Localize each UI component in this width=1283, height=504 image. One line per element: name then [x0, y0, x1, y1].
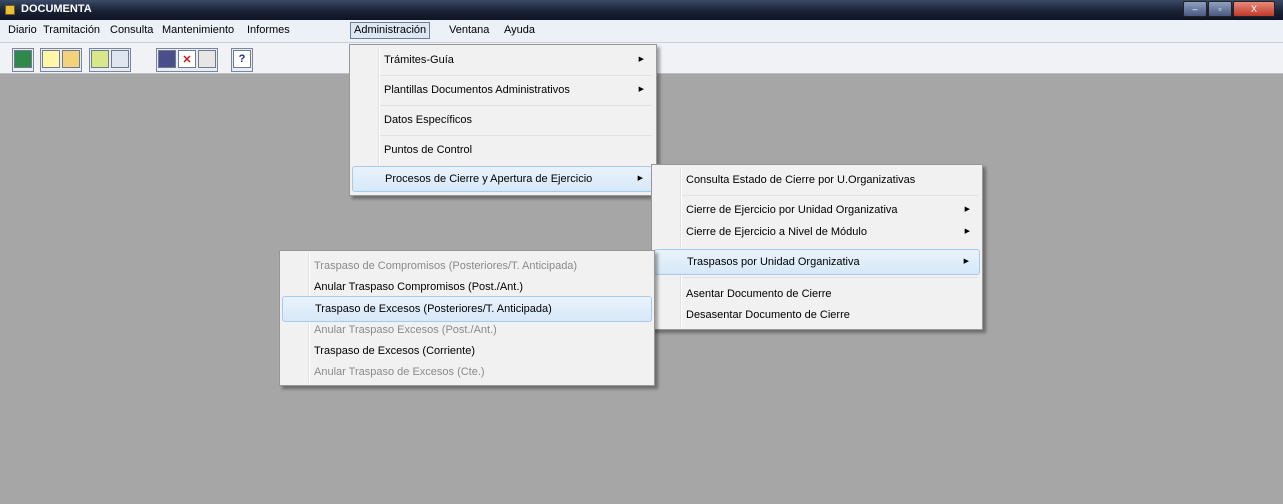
toolbar-group-edit: ✕	[156, 48, 218, 72]
menu-item-label: Plantillas Documentos Administrativos	[384, 84, 570, 96]
toolbar-group-help: ?	[231, 48, 253, 72]
submenu-arrow-icon: ▶	[638, 86, 644, 93]
save-icon[interactable]	[158, 50, 176, 68]
menu-tramitacion[interactable]: Tramitación	[40, 23, 103, 38]
menu-item-label: Consulta Estado de Cierre por U.Organiza…	[686, 174, 916, 186]
menu-item-label: Traspaso de Excesos (Posteriores/T. Anti…	[315, 303, 552, 315]
menu-separator	[682, 195, 978, 196]
window-title: DOCUMENTA	[21, 3, 92, 15]
menu-item-anular-traspaso-excesos-cte: Anular Traspaso de Excesos (Cte.)	[282, 359, 652, 385]
menu-item-plantillas[interactable]: Plantillas Documentos Administrativos ▶	[352, 77, 654, 103]
menu-separator	[380, 105, 652, 106]
menu-bar: Diario Tramitación Consulta Mantenimient…	[0, 20, 1283, 43]
search-icon[interactable]	[111, 50, 129, 68]
submenu-arrow-icon: ▶	[964, 228, 970, 235]
menu-item-traspasos-unidad[interactable]: Traspasos por Unidad Organizativa ▶	[654, 249, 980, 275]
submenu-arrow-icon: ▶	[963, 258, 969, 265]
menu-administracion[interactable]: Administración	[350, 22, 431, 39]
menu-item-datos-especificos[interactable]: Datos Específicos	[352, 107, 654, 133]
menu-separator	[380, 135, 652, 136]
refresh-icon[interactable]	[198, 50, 216, 68]
menu-separator	[380, 75, 652, 76]
menu-item-tramites-guia[interactable]: Trámites-Guía ▶	[352, 47, 654, 73]
menu-item-label: Asentar Documento de Cierre	[686, 288, 832, 300]
menu-item-label: Anular Traspaso Excesos (Post./Ant.)	[314, 324, 497, 336]
menu-item-label: Anular Traspaso Compromisos (Post./Ant.)	[314, 281, 524, 293]
submenu-arrow-icon: ▶	[637, 175, 643, 182]
menu-ventana[interactable]: Ventana	[446, 23, 492, 38]
menu-diario[interactable]: Diario	[5, 23, 40, 38]
menu-item-procesos-cierre[interactable]: Procesos de Cierre y Apertura de Ejercic…	[352, 166, 654, 192]
menu-item-label: Procesos de Cierre y Apertura de Ejercic…	[385, 173, 593, 185]
new-document-icon[interactable]	[42, 50, 60, 68]
menu-item-consulta-estado[interactable]: Consulta Estado de Cierre por U.Organiza…	[654, 167, 980, 193]
app-icon	[5, 5, 15, 15]
menu-item-label: Datos Específicos	[384, 114, 473, 126]
window-controls: – ▫ X	[1182, 1, 1275, 17]
menu-item-cierre-modulo[interactable]: Cierre de Ejercicio a Nivel de Módulo ▶	[654, 219, 980, 245]
administracion-menu: Trámites-Guía ▶ Plantillas Documentos Ad…	[349, 44, 657, 196]
toolbar-group-file	[40, 48, 82, 72]
menu-item-label: Traspaso de Compromisos (Posteriores/T. …	[314, 260, 578, 272]
menu-consulta[interactable]: Consulta	[107, 23, 156, 38]
submenu-arrow-icon: ▶	[638, 56, 644, 63]
menu-item-label: Cierre de Ejercicio por Unidad Organizat…	[686, 204, 898, 216]
menu-item-label: Puntos de Control	[384, 144, 473, 156]
menu-item-label: Traspaso de Excesos (Corriente)	[314, 345, 475, 357]
title-bar: DOCUMENTA – ▫ X	[0, 0, 1283, 20]
maximize-button[interactable]: ▫	[1208, 1, 1232, 17]
toolbar-group-view	[89, 48, 131, 72]
minimize-button[interactable]: –	[1183, 1, 1207, 17]
exit-icon[interactable]	[14, 50, 32, 68]
menu-item-puntos-control[interactable]: Puntos de Control	[352, 137, 654, 163]
menu-informes[interactable]: Informes	[244, 23, 293, 38]
menu-separator	[682, 277, 978, 278]
menu-item-label: Anular Traspaso de Excesos (Cte.)	[314, 366, 485, 378]
menu-mantenimiento[interactable]: Mantenimiento	[159, 23, 237, 38]
cierre-submenu: Consulta Estado de Cierre por U.Organiza…	[651, 164, 983, 330]
open-folder-icon[interactable]	[62, 50, 80, 68]
tree-view-icon[interactable]	[91, 50, 109, 68]
menu-item-desasentar[interactable]: Desasentar Documento de Cierre	[654, 302, 980, 328]
help-icon[interactable]: ?	[233, 50, 251, 68]
delete-icon[interactable]: ✕	[178, 50, 196, 68]
menu-ayuda[interactable]: Ayuda	[501, 23, 538, 38]
traspasos-submenu: Traspaso de Compromisos (Posteriores/T. …	[279, 250, 655, 386]
menu-item-label: Trámites-Guía	[384, 54, 454, 66]
menu-item-label: Cierre de Ejercicio a Nivel de Módulo	[686, 226, 867, 238]
menu-item-label: Traspasos por Unidad Organizativa	[687, 256, 860, 268]
toolbar-group-exit	[12, 48, 34, 72]
menu-item-label: Desasentar Documento de Cierre	[686, 309, 850, 321]
close-button[interactable]: X	[1233, 1, 1275, 17]
